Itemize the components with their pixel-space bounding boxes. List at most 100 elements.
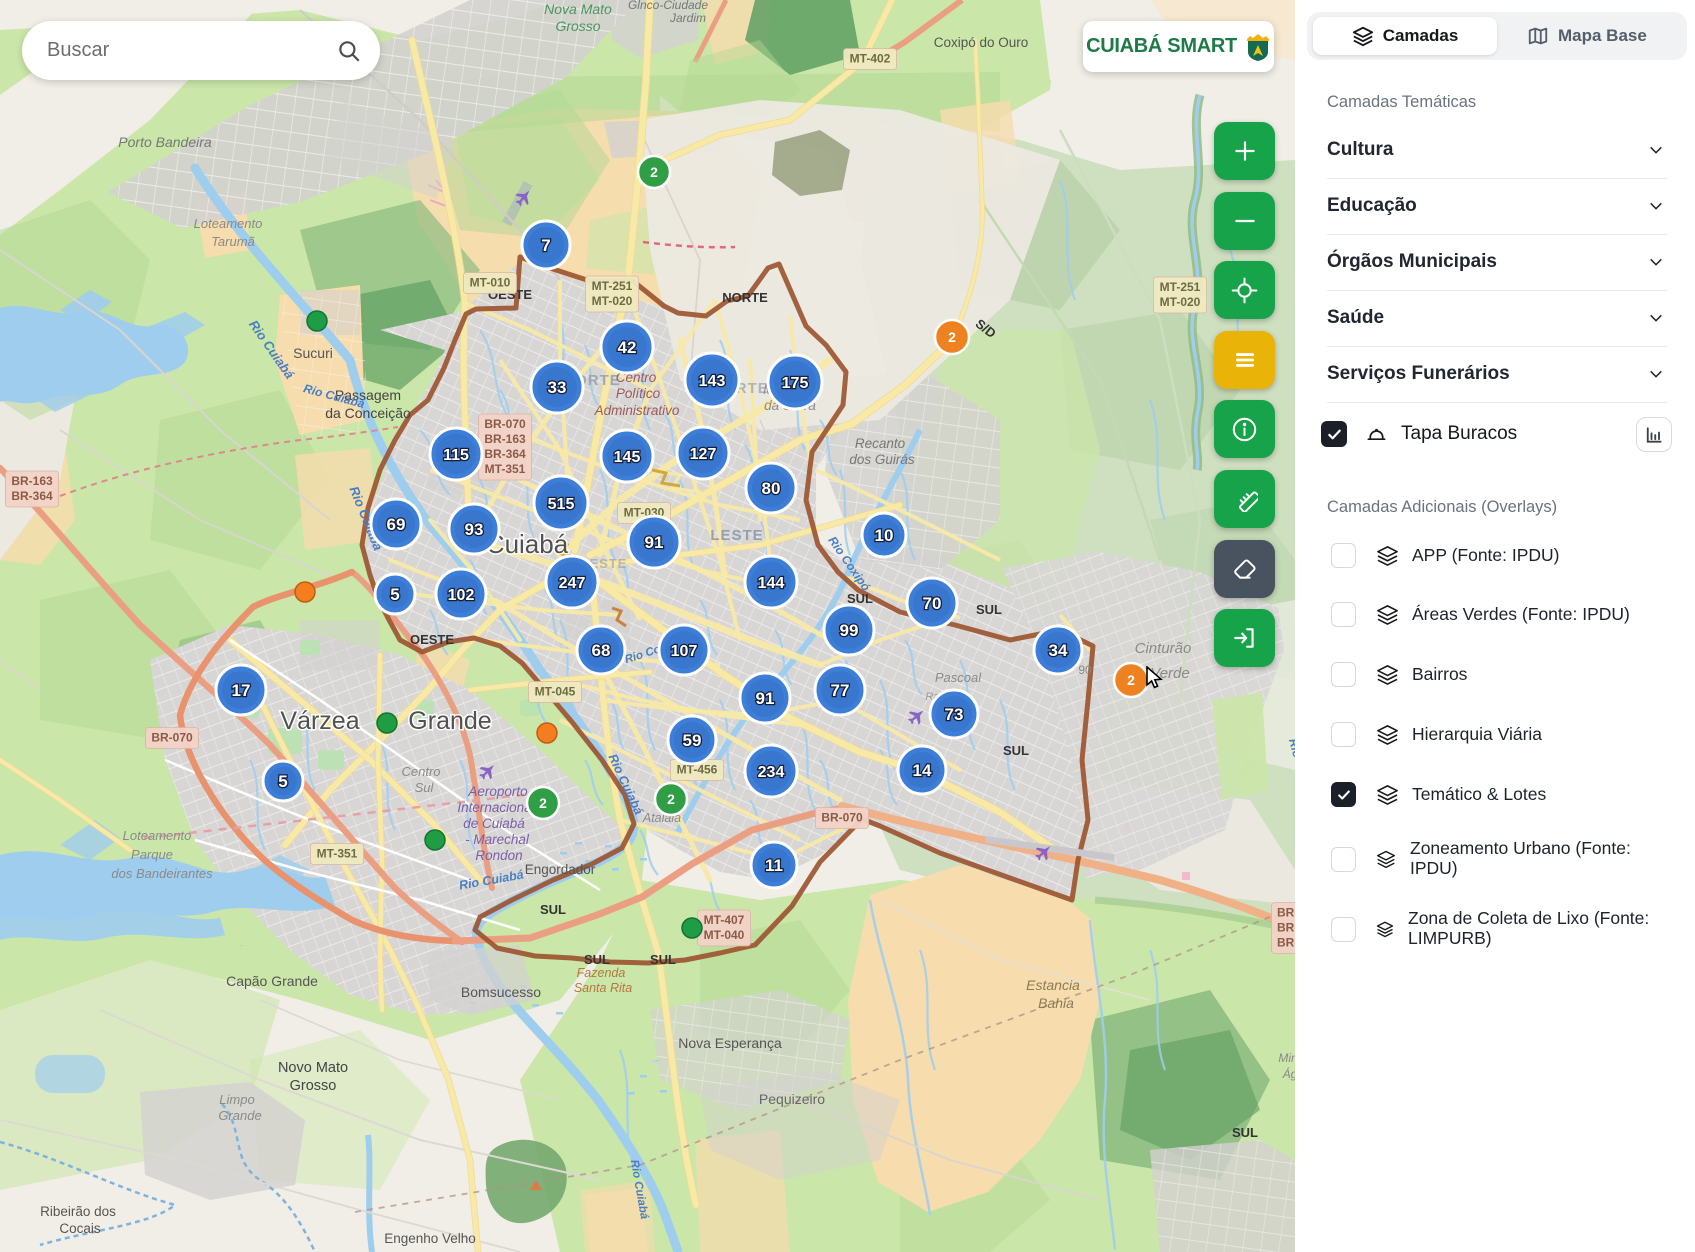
svg-text:SUL: SUL xyxy=(584,952,610,967)
svg-text:MT-251: MT-251 xyxy=(1160,280,1201,294)
svg-text:NORTE: NORTE xyxy=(722,290,768,305)
svg-text:dos Guirás: dos Guirás xyxy=(849,452,915,467)
svg-text:BR-070: BR-070 xyxy=(151,731,193,745)
svg-text:Tarumã: Tarumã xyxy=(211,234,255,249)
svg-text:2: 2 xyxy=(1127,672,1135,688)
svg-text:dos Bandeirantes: dos Bandeirantes xyxy=(111,866,213,881)
svg-text:69: 69 xyxy=(387,515,406,534)
svg-text:LESTE: LESTE xyxy=(239,945,243,947)
svg-text:77: 77 xyxy=(831,681,850,700)
svg-text:2: 2 xyxy=(667,791,675,807)
svg-text:Grosso: Grosso xyxy=(555,18,600,34)
svg-text:Loteamento: Loteamento xyxy=(123,828,192,843)
svg-text:Várzea: Várzea xyxy=(280,707,359,735)
svg-text:91: 91 xyxy=(645,533,664,552)
svg-text:Rondon: Rondon xyxy=(475,848,522,863)
svg-text:de Cuiabá: de Cuiabá xyxy=(463,816,525,831)
svg-text:Ág: Ág xyxy=(1282,1066,1295,1081)
svg-text:14: 14 xyxy=(913,761,932,780)
svg-text:MT-351: MT-351 xyxy=(317,847,358,861)
svg-text:Político: Político xyxy=(616,386,661,401)
svg-text:BR-163: BR-163 xyxy=(484,432,526,446)
svg-text:33: 33 xyxy=(548,378,567,397)
svg-text:Internacional: Internacional xyxy=(457,800,535,815)
svg-text:Cocais: Cocais xyxy=(59,1221,101,1236)
svg-text:70: 70 xyxy=(923,594,942,613)
svg-text:BR-070: BR-070 xyxy=(484,417,526,431)
svg-text:da Conceição: da Conceição xyxy=(325,405,411,421)
svg-text:SUL: SUL xyxy=(976,602,1002,617)
svg-text:Min: Min xyxy=(1278,1051,1295,1065)
svg-text:144: 144 xyxy=(758,575,785,592)
svg-text:Bahia: Bahia xyxy=(1038,995,1074,1011)
svg-text:Sucuri: Sucuri xyxy=(293,345,333,361)
svg-text:Grande: Grande xyxy=(218,1108,261,1123)
svg-text:145: 145 xyxy=(614,449,641,466)
svg-text:93: 93 xyxy=(465,520,484,539)
svg-text:11: 11 xyxy=(765,856,783,875)
svg-text:175: 175 xyxy=(782,375,809,392)
svg-text:Engenho Velho: Engenho Velho xyxy=(384,1231,476,1246)
svg-text:Sul: Sul xyxy=(415,780,435,795)
svg-text:BR-3: BR-3 xyxy=(1277,936,1295,950)
svg-text:247: 247 xyxy=(559,575,586,592)
svg-text:34: 34 xyxy=(1049,641,1068,660)
svg-text:Aeroporto: Aeroporto xyxy=(467,784,528,799)
svg-text:SUL: SUL xyxy=(540,902,566,917)
svg-text:OESTE: OESTE xyxy=(410,632,454,647)
svg-text:SUL: SUL xyxy=(1232,1125,1258,1140)
svg-text:17: 17 xyxy=(232,681,251,700)
svg-text:42: 42 xyxy=(618,338,637,357)
svg-text:MT-351: MT-351 xyxy=(485,462,526,476)
svg-text:Pequizeiro: Pequizeiro xyxy=(759,1091,825,1107)
svg-text:99: 99 xyxy=(840,621,859,640)
svg-text:SUL: SUL xyxy=(650,952,676,967)
svg-text:73: 73 xyxy=(945,705,964,724)
svg-text:Recanto: Recanto xyxy=(855,436,906,451)
svg-text:2: 2 xyxy=(650,164,658,180)
svg-text:5: 5 xyxy=(390,585,399,604)
svg-text:107: 107 xyxy=(671,643,698,660)
svg-text:BR-070: BR-070 xyxy=(821,811,863,825)
svg-text:10: 10 xyxy=(875,526,894,545)
svg-text:BR-1: BR-1 xyxy=(1277,921,1295,935)
svg-text:MT-020: MT-020 xyxy=(1160,295,1201,309)
svg-text:LESTE: LESTE xyxy=(710,527,763,544)
svg-text:Nova Esperança: Nova Esperança xyxy=(678,1035,782,1051)
svg-text:Limpo: Limpo xyxy=(219,1092,254,1107)
svg-text:MT-407: MT-407 xyxy=(704,913,745,927)
svg-text:91: 91 xyxy=(756,689,775,708)
svg-text:MT-020: MT-020 xyxy=(592,294,633,308)
svg-text:Santa Rita: Santa Rita xyxy=(574,981,632,995)
svg-text:102: 102 xyxy=(448,587,475,604)
svg-text:BR-163: BR-163 xyxy=(11,474,53,488)
svg-text:Grosso: Grosso xyxy=(290,1078,337,1094)
svg-text:MT-045: MT-045 xyxy=(535,685,576,699)
svg-text:Capão Grande: Capão Grande xyxy=(226,973,318,989)
svg-text:Cinturão: Cinturão xyxy=(1135,640,1192,657)
svg-text:BR-0: BR-0 xyxy=(1277,906,1295,920)
svg-text:Parque: Parque xyxy=(131,847,173,862)
svg-text:5: 5 xyxy=(278,772,287,791)
svg-text:68: 68 xyxy=(592,641,611,660)
svg-text:Engordador: Engordador xyxy=(525,862,596,877)
svg-text:Bomsucesso: Bomsucesso xyxy=(461,984,541,1000)
svg-text:2: 2 xyxy=(948,329,956,345)
svg-text:90: 90 xyxy=(1078,663,1092,677)
svg-text:115: 115 xyxy=(443,447,469,464)
svg-text:- Marechal: - Marechal xyxy=(465,832,530,847)
svg-text:7: 7 xyxy=(541,236,550,255)
svg-text:MT-040: MT-040 xyxy=(704,928,745,942)
svg-text:BR-364: BR-364 xyxy=(11,489,53,503)
svg-text:MT-251: MT-251 xyxy=(592,279,633,293)
svg-text:515: 515 xyxy=(548,496,575,513)
svg-text:Coxipó do Ouro: Coxipó do Ouro xyxy=(934,35,1029,50)
svg-text:Loteamento: Loteamento xyxy=(194,216,263,231)
svg-text:143: 143 xyxy=(699,373,726,390)
svg-text:SUL: SUL xyxy=(1003,743,1029,758)
svg-text:Ribeirão dos: Ribeirão dos xyxy=(40,1204,116,1219)
svg-text:Grande: Grande xyxy=(408,707,491,735)
svg-text:Jardim: Jardim xyxy=(669,11,706,25)
svg-text:234: 234 xyxy=(758,764,785,781)
svg-text:MT-010: MT-010 xyxy=(470,276,511,290)
